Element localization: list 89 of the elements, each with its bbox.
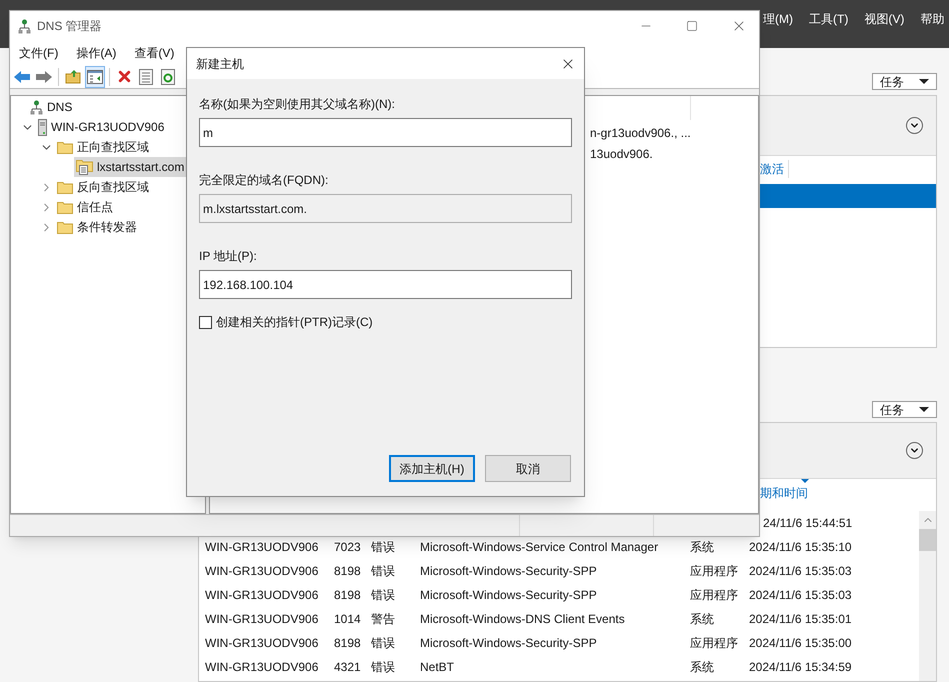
- record-text: 13uodv906.: [590, 146, 653, 162]
- table-cell-text: 应用程序: [690, 635, 738, 652]
- tree-item[interactable]: 条件转发器: [55, 217, 141, 237]
- cancel-button[interactable]: 取消: [485, 455, 571, 482]
- folder-icon: [57, 220, 73, 234]
- table-cell-text: 2024/11/6 15:35:00: [749, 635, 852, 652]
- window-title: DNS 管理器: [37, 18, 102, 35]
- delete-icon: [116, 68, 132, 85]
- record-text: n-gr13uodv906., ...: [590, 124, 691, 142]
- field-label: 名称(如果为空则使用其父域名称)(N):: [199, 96, 395, 113]
- menu-item[interactable]: 帮助: [920, 10, 944, 28]
- menu-item[interactable]: 文件(F): [19, 44, 58, 62]
- table-cell-text: 1014: [334, 611, 361, 628]
- table-cell-text: Microsoft-Windows-Service Control Manager: [420, 539, 658, 556]
- refresh-icon: [161, 68, 175, 84]
- dns-server-icon: [18, 18, 31, 34]
- table-cell-text: Microsoft-Windows-Security-SPP: [420, 587, 597, 604]
- table-cell-text: Microsoft-Windows-Security-SPP: [420, 563, 597, 580]
- dropdown-caret-icon: [919, 407, 929, 412]
- tree-item[interactable]: DNS: [28, 97, 76, 117]
- tree-item[interactable]: 正向查找区域: [55, 137, 153, 157]
- table-cell-text: NetBT: [420, 659, 454, 676]
- table-cell-text: Microsoft-Windows-Security-SPP: [420, 635, 597, 652]
- table-cell-text: 8198: [334, 587, 361, 604]
- dialog-title: 新建主机: [196, 56, 244, 72]
- table-cell-text: 错误: [371, 659, 395, 676]
- table-cell-text: WIN-GR13UODV906: [205, 563, 318, 580]
- table-cell-text: 2024/11/6 15:35:10: [749, 539, 852, 556]
- table-cell-text: WIN-GR13UODV906: [205, 635, 318, 652]
- table-cell-text: 4321: [334, 659, 361, 676]
- table-cell-text: 系统: [690, 611, 714, 628]
- sort-arrow-icon: [801, 479, 809, 483]
- table-cell-text: WIN-GR13UODV906: [205, 587, 318, 604]
- field-label: 完全限定的域名(FQDN):: [199, 172, 328, 189]
- table-cell-text: 错误: [371, 563, 395, 580]
- table-cell-text: WIN-GR13UODV906: [205, 611, 318, 628]
- back-arrow-icon: [13, 70, 31, 84]
- table-cell-text: 2024/11/6 15:35:03: [749, 587, 852, 604]
- checkbox-label: 创建相关的指针(PTR)记录(C): [216, 314, 373, 331]
- table-cell-text: 24/11/6 15:44:51: [763, 515, 852, 532]
- table-cell-text: 错误: [371, 635, 395, 652]
- menu-item[interactable]: 工具(T): [809, 10, 848, 28]
- tree-item[interactable]: WIN-GR13UODV906: [36, 117, 168, 137]
- table-cell-text: Microsoft-Windows-DNS Client Events: [420, 611, 625, 628]
- tasks-dropdown[interactable]: 任务: [872, 401, 937, 418]
- table-cell-text: 系统: [690, 539, 714, 556]
- table-cell-text: 8198: [334, 563, 361, 580]
- checkbox[interactable]: [199, 316, 212, 328]
- table-cell-text: WIN-GR13UODV906: [205, 539, 318, 556]
- dropdown-caret-icon: [919, 79, 929, 84]
- table-cell-text: 2024/11/6 15:35:01: [749, 611, 852, 628]
- table-cell-text: WIN-GR13UODV906: [205, 659, 318, 676]
- table-cell-text: 应用程序: [690, 587, 738, 604]
- dns-server-icon: [30, 100, 43, 114]
- tree-item[interactable]: lxstartsstart.com: [74, 157, 188, 177]
- toolbar-button[interactable]: [85, 66, 105, 88]
- menu-item[interactable]: 查看(V): [134, 44, 174, 62]
- table-cell-text: 错误: [371, 539, 395, 556]
- table-cell-text: 8198: [334, 635, 361, 652]
- tree-item[interactable]: 信任点: [55, 197, 117, 217]
- column-header[interactable]: 期和时间: [760, 484, 808, 502]
- forward-arrow-icon: [35, 70, 53, 84]
- text-field[interactable]: 192.168.100.104: [199, 270, 572, 299]
- table-cell-text: 2024/11/6 15:35:03: [749, 563, 852, 580]
- tasks-dropdown[interactable]: 任务: [872, 73, 937, 90]
- folder-icon: [57, 200, 73, 214]
- scrollbar[interactable]: [919, 511, 936, 681]
- text-field[interactable]: m: [199, 118, 572, 147]
- folder-up-icon: [65, 69, 81, 84]
- table-cell-text: 错误: [371, 587, 395, 604]
- menu-item[interactable]: 理(M): [763, 10, 793, 28]
- table-cell-text: 2024/11/6 15:34:59: [749, 659, 852, 676]
- maximize-icon[interactable]: [686, 20, 698, 32]
- menu-item[interactable]: 操作(A): [76, 44, 116, 62]
- menu-item[interactable]: 视图(V): [864, 10, 904, 28]
- tree-item[interactable]: 反向查找区域: [55, 177, 153, 197]
- table-cell-text: 应用程序: [690, 563, 738, 580]
- add-host-button[interactable]: 添加主机(H): [389, 455, 475, 482]
- scrollbar-thumb[interactable]: [919, 529, 936, 551]
- folder-icon: [57, 140, 73, 154]
- table-cell-text: 系统: [690, 659, 714, 676]
- folder-icon: [57, 180, 73, 194]
- table-cell-text: 7023: [334, 539, 361, 556]
- properties-icon: [139, 68, 153, 84]
- zone-file-icon: [76, 159, 93, 175]
- table-cell-text: 警告: [371, 611, 395, 628]
- server-icon: [38, 118, 47, 136]
- console-tree-icon: [87, 70, 103, 84]
- field-label: IP 地址(P):: [199, 248, 257, 265]
